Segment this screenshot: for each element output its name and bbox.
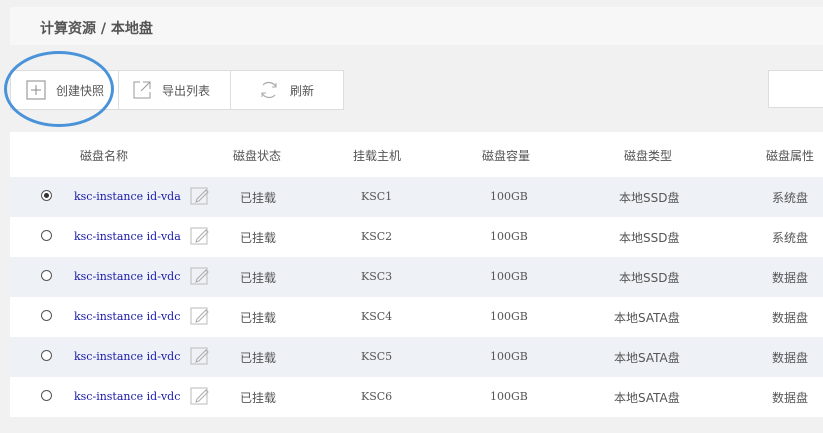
row-radio[interactable] (41, 230, 52, 241)
disk-type: 本地SATA盘 (614, 311, 680, 325)
plus-icon (26, 80, 46, 100)
row-radio[interactable] (41, 350, 52, 361)
column-header-status: 磁盘状态 (233, 149, 282, 163)
disk-name-link[interactable]: ksc-instance id-vda (74, 190, 181, 203)
breadcrumb: 计算资源 / 本地盘 (40, 21, 153, 37)
row-radio[interactable] (41, 270, 52, 281)
table-row[interactable]: ksc-instance id-vdc 已挂载 KSC4 100GB 本地SATA盘 数据… (10, 297, 823, 337)
disk-status: 已挂载 (240, 191, 277, 205)
export-list-button[interactable]: 导出列表 (119, 71, 231, 109)
disk-attribute: 数据盘 (772, 311, 809, 325)
table-header: 磁盘名称 磁盘状态 挂载主机 磁盘容量 磁盘类型 磁盘属性 (10, 132, 823, 177)
disk-capacity: 100GB (490, 390, 528, 403)
refresh-button[interactable]: 刷新 (231, 71, 343, 109)
disk-attribute: 系统盘 (772, 191, 809, 205)
row-radio[interactable] (41, 390, 52, 401)
create-snapshot-button[interactable]: 创建快照 (11, 71, 119, 109)
table-row[interactable]: ksc-instance id-vda 已挂载 KSC2 100GB 本地SSD盘 系统盘 (10, 217, 823, 257)
disk-table: 磁盘名称 磁盘状态 挂载主机 磁盘容量 磁盘类型 磁盘属性 ksc-instan… (10, 132, 823, 417)
disk-type: 本地SSD盘 (619, 231, 680, 245)
mount-host: KSC5 (361, 350, 393, 363)
disk-type: 本地SATA盘 (614, 351, 680, 365)
column-header-attr: 磁盘属性 (766, 149, 815, 163)
export-list-label: 导出列表 (162, 83, 211, 98)
edit-icon[interactable] (190, 266, 210, 286)
export-icon (132, 80, 152, 100)
disk-status: 已挂载 (240, 311, 277, 325)
mount-host: KSC6 (361, 390, 393, 403)
disk-attribute: 系统盘 (772, 231, 809, 245)
disk-status: 已挂载 (240, 231, 277, 245)
disk-attribute: 数据盘 (772, 271, 809, 285)
search-input[interactable] (768, 70, 823, 108)
disk-status: 已挂载 (240, 391, 277, 405)
edit-icon[interactable] (190, 386, 210, 406)
mount-host: KSC1 (361, 190, 393, 203)
disk-type: 本地SSD盘 (619, 191, 680, 205)
table-row[interactable]: ksc-instance id-vdc 已挂载 KSC6 100GB 本地SATA盘 数据… (10, 377, 823, 417)
disk-name-link[interactable]: ksc-instance id-vdc (74, 350, 180, 363)
refresh-label: 刷新 (290, 83, 315, 98)
disk-name-link[interactable]: ksc-instance id-vda (74, 230, 181, 243)
disk-attribute: 数据盘 (772, 351, 809, 365)
mount-host: KSC4 (361, 310, 393, 323)
row-radio[interactable] (41, 310, 52, 321)
disk-status: 已挂载 (240, 351, 277, 365)
edit-icon[interactable] (190, 186, 210, 206)
mount-host: KSC3 (361, 270, 393, 283)
disk-capacity: 100GB (490, 190, 528, 203)
column-header-type: 磁盘类型 (624, 149, 673, 163)
page-header: 计算资源 / 本地盘 (10, 7, 823, 45)
edit-icon[interactable] (190, 226, 210, 246)
toolbar: 创建快照 导出列表 刷新 (10, 70, 344, 110)
table-row[interactable]: ksc-instance id-vda 已挂载 KSC1 100GB 本地SSD盘 系统盘 (10, 177, 823, 217)
column-header-host: 挂载主机 (353, 149, 402, 163)
column-header-name: 磁盘名称 (80, 149, 129, 163)
disk-status: 已挂载 (240, 271, 277, 285)
row-radio[interactable] (41, 190, 52, 201)
disk-capacity: 100GB (490, 310, 528, 323)
disk-name-link[interactable]: ksc-instance id-vdc (74, 390, 180, 403)
disk-capacity: 100GB (490, 270, 528, 283)
disk-name-link[interactable]: ksc-instance id-vdc (74, 270, 180, 283)
edit-icon[interactable] (190, 346, 210, 366)
column-header-capacity: 磁盘容量 (482, 149, 531, 163)
disk-capacity: 100GB (490, 230, 528, 243)
mount-host: KSC2 (361, 230, 393, 243)
table-body: ksc-instance id-vda 已挂载 KSC1 100GB 本地SSD盘 系统盘… (10, 177, 823, 417)
edit-icon[interactable] (190, 306, 210, 326)
disk-type: 本地SSD盘 (619, 271, 680, 285)
refresh-icon (258, 79, 280, 101)
disk-name-link[interactable]: ksc-instance id-vdc (74, 310, 180, 323)
disk-attribute: 数据盘 (772, 391, 809, 405)
disk-type: 本地SATA盘 (614, 391, 680, 405)
create-snapshot-label: 创建快照 (56, 83, 105, 98)
table-row[interactable]: ksc-instance id-vdc 已挂载 KSC5 100GB 本地SATA盘 数据… (10, 337, 823, 377)
table-row[interactable]: ksc-instance id-vdc 已挂载 KSC3 100GB 本地SSD盘 数据盘 (10, 257, 823, 297)
disk-capacity: 100GB (490, 350, 528, 363)
